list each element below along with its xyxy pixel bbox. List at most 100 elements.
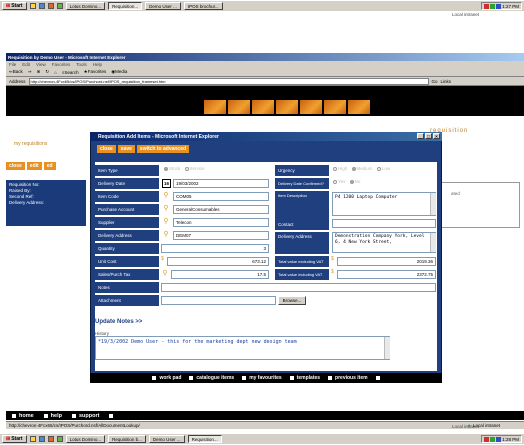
menu-help[interactable]: Help xyxy=(93,62,102,67)
menu-view[interactable]: View xyxy=(36,62,46,67)
delivery-address-full-input[interactable]: Demonstration Company York, Level 6, 4 N… xyxy=(332,232,436,253)
tray-icon[interactable] xyxy=(490,3,496,9)
minimize-icon[interactable]: _ xyxy=(417,133,424,139)
nav-support[interactable]: support xyxy=(71,413,99,419)
menu-file[interactable]: File xyxy=(9,62,16,67)
attachment-input[interactable] xyxy=(161,296,276,305)
back-button[interactable]: ⇐Back xyxy=(9,69,23,75)
address-input[interactable]: http://chevron-4Fcx65/cs/IPOS/Purchord.n… xyxy=(28,77,429,85)
browse-button[interactable]: Browse... xyxy=(278,296,306,305)
taskbar-button[interactable]: Requisition... xyxy=(108,2,143,10)
quicklaunch-icon[interactable] xyxy=(47,436,54,442)
quicklaunch-icon[interactable] xyxy=(47,3,54,9)
history-scrollbar[interactable] xyxy=(384,337,390,359)
start-button[interactable]: ⊞ Start xyxy=(2,435,27,443)
item-description-input[interactable]: P4 1200 Laptop Computer xyxy=(332,192,436,216)
total-ex-input[interactable]: 2019.36 xyxy=(337,257,436,266)
calendar-icon[interactable]: 16 xyxy=(162,179,171,188)
tray-icon[interactable] xyxy=(484,3,490,9)
lookup-icon[interactable]: ⚲ xyxy=(161,270,169,278)
favorites-button[interactable]: ★Favorites xyxy=(84,69,107,75)
ed-button[interactable]: ed xyxy=(43,162,56,170)
radio-low[interactable] xyxy=(376,166,381,171)
stop-icon[interactable]: ⊗ xyxy=(37,69,41,75)
notes-label: Notes xyxy=(95,282,159,293)
windows-logo-icon: ⊞ xyxy=(6,3,11,9)
tray-icon[interactable] xyxy=(484,436,490,442)
lookup-icon[interactable]: ⚲ xyxy=(162,205,170,213)
refresh-icon[interactable]: ↻ xyxy=(45,69,49,75)
quicklaunch-icon[interactable] xyxy=(38,3,45,9)
radio-yes[interactable] xyxy=(333,179,337,184)
nav-home[interactable]: home xyxy=(12,413,34,419)
switch-advanced-button[interactable]: switch to advanced xyxy=(136,145,190,153)
address-bar: Address http://chevron-4Fcx65/cs/IPOS/Pu… xyxy=(6,77,524,86)
menu-favorites[interactable]: Favorites xyxy=(52,62,71,67)
quicklaunch-icon[interactable] xyxy=(38,436,45,442)
search-button[interactable]: ⌕Search xyxy=(62,70,79,75)
clock: 1:27 PM xyxy=(502,3,519,9)
tray-icon[interactable] xyxy=(496,3,502,9)
nav-help[interactable]: help xyxy=(43,413,62,419)
delivery-address-input[interactable]: DEM07 xyxy=(173,231,269,240)
lookup-icon[interactable]: ⚲ xyxy=(162,192,170,200)
unit-cost-input[interactable]: 673.12 xyxy=(167,257,269,266)
my-requisitions-link[interactable]: my requisitions xyxy=(14,141,47,147)
menu-tools[interactable]: Tools xyxy=(76,62,87,67)
lookup-icon[interactable]: ⚲ xyxy=(162,218,170,226)
nav-work-pad[interactable]: work pad xyxy=(152,375,181,381)
edit-button[interactable]: edit xyxy=(26,162,42,170)
quicklaunch-icon[interactable] xyxy=(29,3,36,9)
quicklaunch-icon[interactable] xyxy=(56,436,63,442)
delivery-date-input[interactable]: 19/03/2002 xyxy=(173,179,269,188)
quicklaunch-icon[interactable] xyxy=(29,436,36,442)
taskbar-button[interactable]: IPOS brochur... xyxy=(183,2,223,10)
tray-icon[interactable] xyxy=(490,436,496,442)
start-button[interactable]: ⊞ Start xyxy=(2,2,27,10)
lookup-icon[interactable]: ⚲ xyxy=(162,231,170,239)
supplier-input[interactable]: Telecon xyxy=(173,218,269,227)
total-inc-label: Total value including VAT xyxy=(275,269,329,280)
confirmed-radios: Yes No xyxy=(332,179,362,184)
notes-input[interactable] xyxy=(161,283,436,292)
item-code-input[interactable]: COM05 xyxy=(173,192,269,201)
home-icon[interactable]: ⌂ xyxy=(54,70,57,75)
address-scrollbar[interactable] xyxy=(430,233,436,252)
forward-arrow-icon[interactable]: ⇒ xyxy=(28,69,32,75)
nav-previous-item[interactable]: previous item xyxy=(328,375,368,381)
close-icon[interactable]: × xyxy=(433,133,440,139)
nav-catalogue-items[interactable]: catalogue items xyxy=(189,375,234,381)
taskbar-button[interactable]: Demo User ... xyxy=(148,435,185,443)
taskbar-button[interactable]: Requisition... xyxy=(187,435,222,443)
quicklaunch-icon[interactable] xyxy=(56,3,63,9)
purchase-account-input[interactable]: GeneralConsumables xyxy=(173,205,269,214)
sales-tax-input[interactable]: 17.5 xyxy=(171,270,269,279)
history-textarea[interactable]: *19/3/2002 Demo User - this for the mark… xyxy=(95,336,390,360)
radio-stock[interactable] xyxy=(164,166,168,171)
contact-input[interactable] xyxy=(332,219,436,228)
radio-service[interactable] xyxy=(184,166,189,171)
update-notes-link[interactable]: Update Notes >> xyxy=(95,319,142,325)
nav-templates[interactable]: templates xyxy=(289,375,320,381)
media-button[interactable]: ◉Media xyxy=(111,69,127,75)
dialog-close-button[interactable]: close xyxy=(97,145,116,153)
radio-high[interactable] xyxy=(333,166,337,171)
taskbar-button[interactable]: Lotus Domino... xyxy=(65,435,106,443)
right-info-box xyxy=(440,182,520,228)
taskbar-button[interactable]: Demo User ... xyxy=(145,2,181,10)
maximize-icon[interactable]: □ xyxy=(425,133,432,139)
quantity-input[interactable]: 3 xyxy=(161,244,269,253)
menu-edit[interactable]: Edit xyxy=(22,62,30,67)
links-button[interactable]: Links xyxy=(441,79,452,84)
total-inc-input[interactable]: 2372.75 xyxy=(337,270,436,279)
radio-no[interactable] xyxy=(349,179,354,184)
go-button[interactable]: Go xyxy=(432,79,438,84)
taskbar-button[interactable]: Lotus Domino... xyxy=(65,2,106,10)
radio-medium[interactable] xyxy=(351,166,356,171)
description-scrollbar[interactable] xyxy=(430,193,436,215)
taskbar-button[interactable]: Requisition b... xyxy=(108,435,146,443)
save-button[interactable]: save xyxy=(117,145,135,153)
nav-my-favourites[interactable]: my favourites xyxy=(242,375,282,381)
close-page-button[interactable]: close xyxy=(6,162,25,170)
tray-icon[interactable] xyxy=(496,436,502,442)
